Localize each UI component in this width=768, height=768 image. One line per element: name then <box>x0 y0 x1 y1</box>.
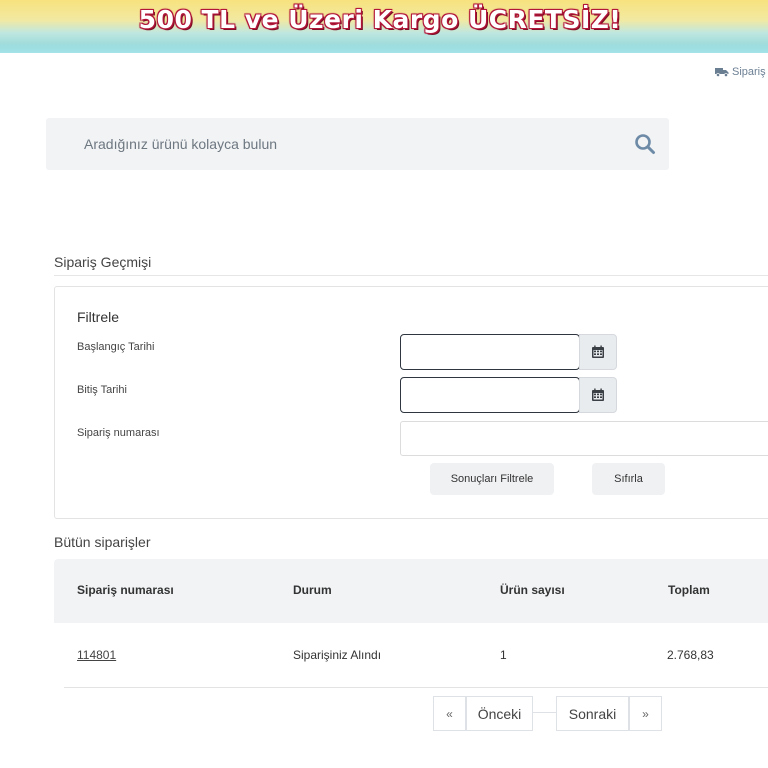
pagination-first-button[interactable]: « <box>433 696 466 731</box>
order-tracking-label: Sipariş T <box>732 66 768 78</box>
calendar-icon <box>592 345 604 358</box>
total-cell: 2.768,83 <box>667 648 714 662</box>
end-date-calendar-button[interactable] <box>579 377 617 413</box>
end-date-label: Bitiş Tarihi <box>77 384 127 396</box>
pagination-next-button[interactable]: Sonraki <box>556 696 629 731</box>
filter-title: Filtrele <box>77 309 120 325</box>
order-number-link[interactable]: 114801 <box>77 648 116 662</box>
start-date-calendar-button[interactable] <box>579 334 617 370</box>
pagination-gap <box>532 712 556 713</box>
order-history-title: Sipariş Geçmişi <box>54 254 152 270</box>
item-count-cell: 1 <box>500 648 507 662</box>
search-bar <box>46 118 669 170</box>
pagination-last-button[interactable]: » <box>629 696 662 731</box>
all-orders-title: Bütün siparişler <box>54 534 151 550</box>
reset-button[interactable]: Sıfırla <box>592 463 665 495</box>
row-divider <box>64 687 768 688</box>
calendar-icon <box>592 388 604 401</box>
truck-icon <box>715 68 729 77</box>
status-cell: Siparişiniz Alındı <box>293 648 382 662</box>
pagination-previous-button[interactable]: Önceki <box>466 696 533 731</box>
search-icon[interactable] <box>633 132 657 156</box>
start-date-input[interactable] <box>400 334 580 370</box>
apply-filter-button[interactable]: Sonuçları Filtrele <box>430 463 554 495</box>
start-date-label: Başlangıç Tarihi <box>77 341 155 353</box>
search-input[interactable] <box>46 118 616 170</box>
column-header-order-number: Sipariş numarası <box>77 583 174 597</box>
end-date-input[interactable] <box>400 377 580 413</box>
promo-banner[interactable]: 500 TL ve Üzeri Kargo ÜCRETSİZ! <box>0 0 768 53</box>
divider <box>54 275 768 276</box>
column-header-item-count: Ürün sayısı <box>500 583 565 597</box>
order-number-label: Sipariş numarası <box>77 427 160 439</box>
order-number-cell: 114801 <box>77 648 116 662</box>
order-tracking-link[interactable]: Sipariş T <box>715 66 768 78</box>
promo-banner-text: 500 TL ve Üzeri Kargo ÜCRETSİZ! <box>138 5 622 34</box>
order-number-input[interactable] <box>400 421 768 456</box>
column-header-total: Toplam <box>668 583 710 597</box>
column-header-status: Durum <box>293 583 332 597</box>
